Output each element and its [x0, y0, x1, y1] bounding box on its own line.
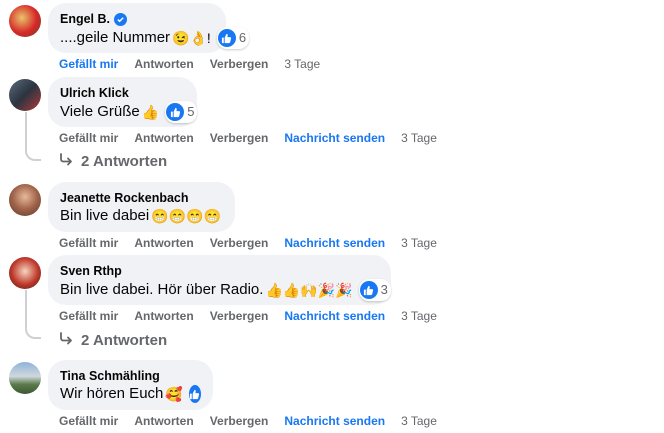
comment-author[interactable]: Engel B. [60, 11, 110, 27]
reply-button[interactable]: Antworten [134, 309, 193, 323]
like-button[interactable]: Gefällt mir [59, 236, 118, 250]
reply-button[interactable]: Antworten [134, 236, 193, 250]
reaction-summary[interactable]: 6 [216, 27, 250, 49]
comment-bubble: Engel B. ....geile Nummer 😉👌! 6 [48, 3, 250, 53]
thread-line [25, 112, 27, 148]
timestamp[interactable]: 3 Tage [401, 309, 437, 323]
reaction-count: 6 [238, 30, 247, 45]
reaction-count: 3 [380, 282, 388, 297]
verified-badge-icon [114, 12, 128, 26]
like-button[interactable]: Gefällt mir [59, 309, 118, 323]
emoji-group: 🥰 [165, 386, 183, 402]
avatar[interactable] [9, 362, 41, 394]
like-button[interactable]: Gefällt mir [59, 414, 118, 428]
reply-button[interactable]: Antworten [134, 57, 193, 71]
timestamp[interactable]: 3 Tage [284, 57, 320, 71]
reply-button[interactable]: Antworten [134, 414, 193, 428]
send-message-button[interactable]: Nachricht senden [284, 236, 385, 250]
hide-button[interactable]: Verbergen [210, 57, 269, 71]
thread-line [25, 290, 27, 325]
comment-bubble: Jeanette Rockenbach Bin live dabei 😁😁😁😁 [48, 182, 235, 232]
avatar[interactable] [9, 5, 41, 37]
comment-bubble: Ulrich Klick Viele Grüße 👍 5 [48, 77, 198, 127]
timestamp[interactable]: 3 Tage [401, 414, 437, 428]
hide-button[interactable]: Verbergen [210, 131, 269, 145]
thumbs-up-icon[interactable] [188, 385, 201, 403]
avatar[interactable] [9, 257, 41, 289]
reaction-count: 5 [187, 104, 195, 119]
thread-connector [25, 325, 41, 339]
thumbs-up-icon [359, 281, 378, 299]
thread-connector [25, 147, 41, 161]
view-replies-link[interactable]: 2 Antworten [59, 331, 167, 349]
comment-text: Bin live dabei [60, 207, 150, 224]
comment-author[interactable]: Ulrich Klick [60, 85, 129, 101]
reply-arrow-icon [59, 152, 73, 170]
thumbs-up-icon [217, 29, 236, 47]
like-button[interactable]: Gefällt mir [59, 57, 118, 71]
comment-bubble: Sven Rthp Bin live dabei. Hör über Radio… [48, 255, 391, 305]
like-button[interactable]: Gefällt mir [59, 131, 118, 145]
emoji-group: 👍👍🙌🎉🎉 [265, 282, 353, 298]
comment-actions: Gefällt mir Antworten Verbergen 3 Tage [59, 57, 336, 71]
send-message-button[interactable]: Nachricht senden [284, 131, 385, 145]
send-message-button[interactable]: Nachricht senden [284, 414, 385, 428]
comment-author[interactable]: Tina Schmähling [60, 368, 160, 384]
view-replies-link[interactable]: 2 Antworten [59, 152, 167, 170]
comment-actions: Gefällt mir Antworten Verbergen Nachrich… [59, 309, 453, 323]
comment-text: ....geile Nummer [60, 29, 171, 46]
hide-button[interactable]: Verbergen [210, 236, 269, 250]
comment-text: Bin live dabei. Hör über Radio. [60, 281, 264, 298]
hide-button[interactable]: Verbergen [210, 414, 269, 428]
reaction-summary[interactable]: 5 [165, 101, 198, 123]
emoji-group: 👍 [141, 104, 160, 120]
emoji-group: 😉👌! [172, 30, 211, 46]
emoji-group: 😁😁😁😁 [151, 208, 221, 224]
hide-button[interactable]: Verbergen [210, 309, 269, 323]
reaction-summary[interactable]: 3 [358, 279, 391, 301]
thumbs-up-icon [166, 103, 185, 121]
comment-actions: Gefällt mir Antworten Verbergen Nachrich… [59, 414, 453, 428]
reply-button[interactable]: Antworten [134, 131, 193, 145]
comment-text: Wir hören Euch [60, 385, 164, 402]
send-message-button[interactable]: Nachricht senden [284, 309, 385, 323]
replies-count: 2 Antworten [81, 331, 168, 349]
timestamp[interactable]: 3 Tage [401, 236, 437, 250]
comment-bubble: Tina Schmähling Wir hören Euch 🥰 [48, 360, 213, 410]
timestamp[interactable]: 3 Tage [401, 131, 437, 145]
comment-text: Viele Grüße [60, 103, 140, 120]
avatar[interactable] [9, 79, 41, 111]
avatar[interactable] [9, 184, 41, 216]
reply-arrow-icon [59, 331, 73, 349]
comment-author[interactable]: Sven Rthp [60, 263, 122, 279]
replies-count: 2 Antworten [81, 152, 168, 170]
comment-actions: Gefällt mir Antworten Verbergen Nachrich… [59, 236, 453, 250]
comment-actions: Gefällt mir Antworten Verbergen Nachrich… [59, 131, 453, 145]
comment-author[interactable]: Jeanette Rockenbach [60, 190, 189, 206]
